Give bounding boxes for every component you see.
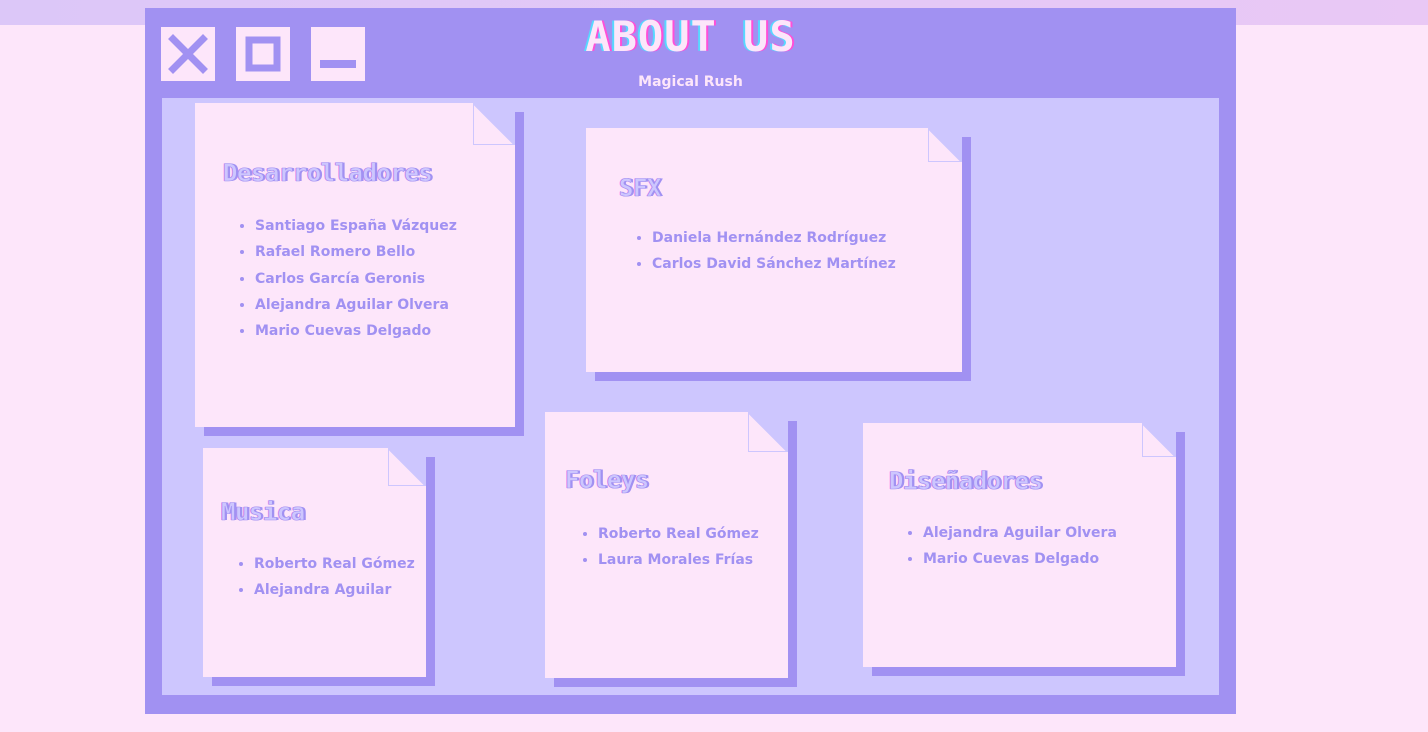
note-heading: Foleys (565, 466, 650, 495)
member-list: Alejandra Aguilar Olvera Mario Cuevas De… (905, 520, 1117, 573)
list-item: Daniela Hernández Rodríguez (652, 225, 896, 251)
content-panel: Desarrolladores Santiago España Vázquez … (162, 98, 1219, 695)
member-list: Roberto Real Gómez Laura Morales Frías (580, 521, 759, 574)
list-item: Alejandra Aguilar Olvera (255, 292, 457, 318)
note-foleys: Foleys Roberto Real Gómez Laura Morales … (545, 412, 788, 678)
page-fold-icon (388, 448, 426, 486)
page-fold-icon (748, 412, 788, 452)
list-item: Laura Morales Frías (598, 547, 759, 573)
note-heading: SFX (619, 174, 662, 203)
note-desarrolladores: Desarrolladores Santiago España Vázquez … (195, 103, 515, 427)
member-list: Daniela Hernández Rodríguez Carlos David… (634, 225, 896, 278)
page-title: ABOUT US (585, 12, 796, 61)
note-heading: Musica (221, 498, 306, 527)
member-list: Santiago España Vázquez Rafael Romero Be… (237, 213, 457, 344)
list-item: Roberto Real Gómez (598, 521, 759, 547)
list-item: Carlos García Geronis (255, 266, 457, 292)
note-heading: Diseñadores (889, 467, 1044, 496)
page-fold-icon (1142, 423, 1176, 457)
list-item: Mario Cuevas Delgado (923, 546, 1117, 572)
page-fold-icon (473, 103, 515, 145)
list-item: Rafael Romero Bello (255, 239, 457, 265)
member-list: Roberto Real Gómez Alejandra Aguilar (236, 551, 415, 604)
page-fold-icon (928, 128, 962, 162)
list-item: Alejandra Aguilar (254, 577, 415, 603)
list-item: Santiago España Vázquez (255, 213, 457, 239)
list-item: Alejandra Aguilar Olvera (923, 520, 1117, 546)
list-item: Carlos David Sánchez Martínez (652, 251, 896, 277)
note-musica: Musica Roberto Real Gómez Alejandra Agui… (203, 448, 426, 677)
note-sfx: SFX Daniela Hernández Rodríguez Carlos D… (586, 128, 962, 372)
page-subtitle: Magical Rush (638, 74, 743, 90)
note-disenadores: Diseñadores Alejandra Aguilar Olvera Mar… (863, 423, 1176, 667)
about-window: ABOUT US Magical Rush Desarrolladores Sa… (145, 8, 1236, 714)
list-item: Mario Cuevas Delgado (255, 318, 457, 344)
list-item: Roberto Real Gómez (254, 551, 415, 577)
note-heading: Desarrolladores (223, 159, 433, 188)
